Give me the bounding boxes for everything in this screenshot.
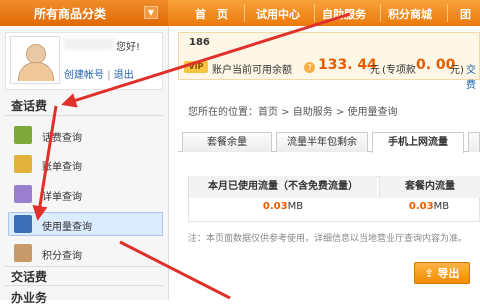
- tab-more[interactable]: [468, 132, 480, 152]
- table-row: 0.03MB: [379, 201, 479, 212]
- export-icon: ⇪: [424, 267, 434, 280]
- nav-divider: [244, 4, 245, 22]
- sidebar-item-label: 话费查询: [42, 133, 82, 144]
- greeting-text: 您好!: [116, 42, 141, 53]
- tab-half-year-data[interactable]: 流量半年包剩余: [276, 132, 368, 152]
- detail-icon: [14, 185, 32, 203]
- balance-value: 133. 44: [318, 57, 377, 73]
- export-button[interactable]: ⇪ 导出: [414, 262, 470, 284]
- table-header-package: 套餐内流量: [379, 176, 480, 198]
- sidebar-item-label: 使用量查询: [42, 222, 92, 233]
- avatar-head-icon: [26, 44, 46, 64]
- nav-group[interactable]: 团: [460, 6, 471, 22]
- sidebar-item-bill-query[interactable]: 话费查询: [8, 124, 163, 146]
- table-header-used: 本月已使用流量（不含免费流量）: [189, 176, 377, 198]
- tab-package-balance[interactable]: 套餐余量: [182, 132, 272, 152]
- vip-badge: VIP: [184, 61, 208, 73]
- tab-mobile-data[interactable]: 手机上网流量: [372, 132, 464, 153]
- nav-home[interactable]: 首 页: [195, 6, 228, 22]
- disclaimer-note: 注：本页面数据仅供参考使用，详细信息以当地营业厅查询内容为准。: [188, 234, 468, 244]
- nav-self-service[interactable]: 自助服务: [322, 6, 366, 22]
- blurred-username: [64, 38, 114, 50]
- help-icon[interactable]: ?: [304, 62, 315, 73]
- sidebar-item-statement-query[interactable]: 账单查询: [8, 153, 163, 175]
- pay-link[interactable]: 交费: [466, 61, 480, 91]
- usage-search-icon: [14, 215, 32, 233]
- balance-unit: 元: [370, 65, 380, 76]
- sidebar-item-usage-query[interactable]: 使用量查询: [8, 213, 163, 235]
- balance-label: 账户当前可用余额: [212, 65, 292, 76]
- sidebar-item-label: 详单查询: [42, 192, 82, 203]
- bill-icon: [14, 155, 32, 173]
- nav-divider: [447, 4, 448, 22]
- package-value: 0.03: [408, 201, 434, 212]
- phone-bill-icon: [14, 126, 32, 144]
- used-value: 0.03: [262, 201, 288, 212]
- nav-trial-center[interactable]: 试用中心: [256, 6, 300, 22]
- section-pay-bill[interactable]: 交话费: [5, 266, 163, 286]
- section-check-bill[interactable]: 查话费: [5, 96, 163, 116]
- nav-divider: [314, 4, 315, 22]
- points-icon: [14, 244, 32, 262]
- sidebar-item-points-query[interactable]: 积分查询: [8, 242, 163, 264]
- category-menu-label: 所有商品分类: [34, 7, 107, 21]
- create-account-link[interactable]: 创建帐号: [64, 70, 104, 81]
- nav-divider: [380, 4, 381, 22]
- table-row: 0.03MB: [189, 201, 377, 212]
- logout-link[interactable]: 退出: [114, 70, 134, 81]
- sidebar-item-detail-query[interactable]: 详单查询: [8, 183, 163, 205]
- sidebar-item-label: 账单查询: [42, 162, 82, 173]
- section-business[interactable]: 办业务: [5, 288, 163, 308]
- nav-points-mall[interactable]: 积分商城: [388, 6, 432, 22]
- sidebar-item-label: 积分查询: [42, 251, 82, 262]
- used-unit: MB: [287, 201, 304, 212]
- breadcrumb: 您所在的位置：首页 > 自助服务 > 使用量查询: [188, 107, 398, 118]
- account-links: 创建帐号 | 退出: [64, 66, 134, 81]
- phone-number: 186: [189, 37, 210, 48]
- special-label: (专项款: [382, 65, 416, 76]
- chevron-down-icon[interactable]: ▼: [144, 6, 158, 19]
- package-unit: MB: [433, 201, 450, 212]
- export-label: 导出: [437, 267, 460, 280]
- link-separator: |: [107, 70, 111, 81]
- special-unit: 元): [450, 65, 464, 76]
